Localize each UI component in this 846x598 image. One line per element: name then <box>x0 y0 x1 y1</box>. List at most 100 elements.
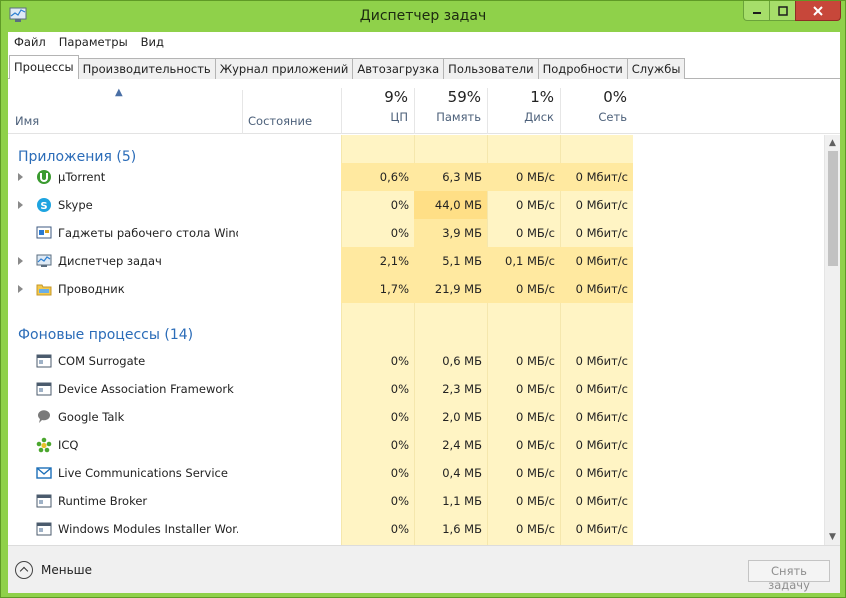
process-mem-value: 2,3 МБ <box>442 382 482 396</box>
menu-bar: Файл Параметры Вид <box>8 32 840 53</box>
column-memory[interactable]: 59% Память <box>414 88 487 134</box>
tab-app-history[interactable]: Журнал приложений <box>214 58 354 79</box>
process-net-value: 0 Мбит/с <box>575 282 628 296</box>
window-app-icon <box>36 353 52 369</box>
process-cpu-value: 1,7% <box>379 282 409 296</box>
process-row[interactable]: Проводник 1,7% 21,9 МБ 0 МБ/с 0 Мбит/с <box>8 275 824 303</box>
vertical-scrollbar[interactable]: ▲ ▼ <box>824 135 840 545</box>
process-net-value: 0 Мбит/с <box>575 254 628 268</box>
sort-arrow-icon: ▲ <box>115 87 123 98</box>
process-row[interactable]: Runtime Broker 0% 1,1 МБ 0 МБ/с 0 Мбит/с <box>8 487 824 515</box>
column-name[interactable]: Имя <box>15 114 39 128</box>
skype-icon: S <box>36 197 52 213</box>
svg-text:S: S <box>40 201 47 212</box>
tab-processes[interactable]: Процессы <box>9 55 79 79</box>
scroll-thumb[interactable] <box>828 151 838 266</box>
cpu-label: ЦП <box>390 110 408 124</box>
fewer-details-link[interactable]: Меньше <box>41 563 92 577</box>
process-net-value: 0 Мбит/с <box>575 494 628 508</box>
gadgets-icon <box>36 225 52 241</box>
menu-file[interactable]: Файл <box>8 32 53 53</box>
process-name: Runtime Broker <box>58 494 148 508</box>
expand-chevron-right-icon[interactable] <box>18 257 23 265</box>
process-row[interactable]: S Skype 0% 44,0 МБ 0 МБ/с 0 Мбит/с <box>8 191 824 219</box>
window-app-icon <box>36 521 52 537</box>
process-disk-value: 0,1 МБ/с <box>505 254 555 268</box>
network-total: 0% <box>603 88 627 106</box>
minimize-button[interactable] <box>743 1 770 21</box>
process-row[interactable]: COM Surrogate 0% 0,6 МБ 0 МБ/с 0 Мбит/с <box>8 347 824 375</box>
title-bar[interactable]: Диспетчер задач <box>1 1 845 33</box>
process-name: Проводник <box>58 282 125 296</box>
process-mem-value: 2,4 МБ <box>442 438 482 452</box>
maximize-button[interactable] <box>769 1 796 21</box>
client-area: Файл Параметры Вид Процессы Производител… <box>8 32 840 593</box>
column-disk[interactable]: 1% Диск <box>487 88 560 134</box>
process-mem-value: 44,0 МБ <box>434 198 482 212</box>
process-row[interactable]: Диспетчер задач 2,1% 5,1 МБ 0,1 МБ/с 0 Мбит/… <box>8 247 824 275</box>
process-name: Google Talk <box>58 410 125 424</box>
process-name: ICQ <box>58 438 79 452</box>
menu-view[interactable]: Вид <box>135 32 171 53</box>
google-talk-icon <box>36 409 52 425</box>
process-row[interactable]: ICQ 0% 2,4 МБ 0 МБ/с 0 Мбит/с <box>8 431 824 459</box>
expand-chevron-right-icon[interactable] <box>18 285 23 293</box>
process-disk-value: 0 МБ/с <box>516 382 555 396</box>
process-cpu-value: 0% <box>390 382 409 396</box>
expand-chevron-right-icon[interactable] <box>18 173 23 181</box>
column-divider[interactable] <box>242 90 243 134</box>
process-net-value: 0 Мбит/с <box>575 466 628 480</box>
column-header: ▲ Имя Состояние 9% ЦП 59% Память 1% Диск… <box>8 80 840 134</box>
process-name: Skype <box>58 198 93 212</box>
process-row[interactable]: Windows Modules Installer Wor... 0% 1,6 МБ… <box>8 515 824 543</box>
process-cpu-value: 0% <box>390 466 409 480</box>
process-name: Windows Modules Installer Wor... <box>58 522 238 536</box>
end-task-button[interactable]: Снять задачу <box>748 560 830 592</box>
tab-services[interactable]: Службы <box>626 58 686 79</box>
process-net-value: 0 Мбит/с <box>575 226 628 240</box>
process-mem-value: 21,9 МБ <box>434 282 482 296</box>
scroll-down-arrow-icon[interactable]: ▼ <box>829 532 836 542</box>
process-mem-value: 1,6 МБ <box>442 522 482 536</box>
process-net-value: 0 Мбит/с <box>575 198 628 212</box>
process-cpu-value: 0% <box>390 354 409 368</box>
process-row[interactable]: Live Communications Service 0% 0,4 МБ 0 МБ/… <box>8 459 824 487</box>
expand-chevron-right-icon[interactable] <box>18 201 23 209</box>
process-name: COM Surrogate <box>58 354 146 368</box>
tab-startup[interactable]: Автозагрузка <box>352 58 445 79</box>
disk-total: 1% <box>530 88 554 106</box>
process-row[interactable]: Device Association Framework ... 0% 2,3 МБ… <box>8 375 824 403</box>
collapse-chevron-up-icon[interactable] <box>15 561 33 579</box>
process-row[interactable]: µTorrent 0,6% 6,3 МБ 0 МБ/с 0 Мбит/с <box>8 163 824 191</box>
memory-total: 59% <box>447 88 481 106</box>
window-title: Диспетчер задач <box>359 8 487 24</box>
process-mem-value: 0,4 МБ <box>442 466 482 480</box>
window-app-icon <box>36 381 52 397</box>
window-app-icon <box>36 493 52 509</box>
scroll-up-arrow-icon[interactable]: ▲ <box>829 138 836 148</box>
cpu-total: 9% <box>384 88 408 106</box>
process-list: Приложения (5) Фоновые процессы (14) µTo… <box>8 135 840 545</box>
process-row[interactable]: Гаджеты рабочего стола Wind... 0% 3,9 МБ 0 … <box>8 219 824 247</box>
process-disk-value: 0 МБ/с <box>516 354 555 368</box>
group-header-background[interactable]: Фоновые процессы (14) <box>8 319 824 347</box>
column-cpu[interactable]: 9% ЦП <box>341 88 414 134</box>
process-disk-value: 0 МБ/с <box>516 466 555 480</box>
footer-bar: Меньше Снять задачу <box>8 545 840 593</box>
close-button[interactable] <box>795 1 841 21</box>
tab-details[interactable]: Подробности <box>537 58 628 79</box>
column-network[interactable]: 0% Сеть <box>560 88 633 134</box>
process-name: Device Association Framework ... <box>58 382 238 396</box>
tab-users[interactable]: Пользователи <box>443 58 539 79</box>
process-row[interactable]: Google Talk 0% 2,0 МБ 0 МБ/с 0 Мбит/с <box>8 403 824 431</box>
process-mem-value: 5,1 МБ <box>442 254 482 268</box>
process-net-value: 0 Мбит/с <box>575 354 628 368</box>
tab-performance[interactable]: Производительность <box>77 58 216 79</box>
column-state[interactable]: Состояние <box>248 114 312 128</box>
process-cpu-value: 0,6% <box>379 170 409 184</box>
menu-options[interactable]: Параметры <box>53 32 135 53</box>
process-name: Гаджеты рабочего стола Wind... <box>58 226 238 240</box>
task-manager-icon <box>36 253 52 269</box>
process-mem-value: 2,0 МБ <box>442 410 482 424</box>
process-name: µTorrent <box>58 170 106 184</box>
